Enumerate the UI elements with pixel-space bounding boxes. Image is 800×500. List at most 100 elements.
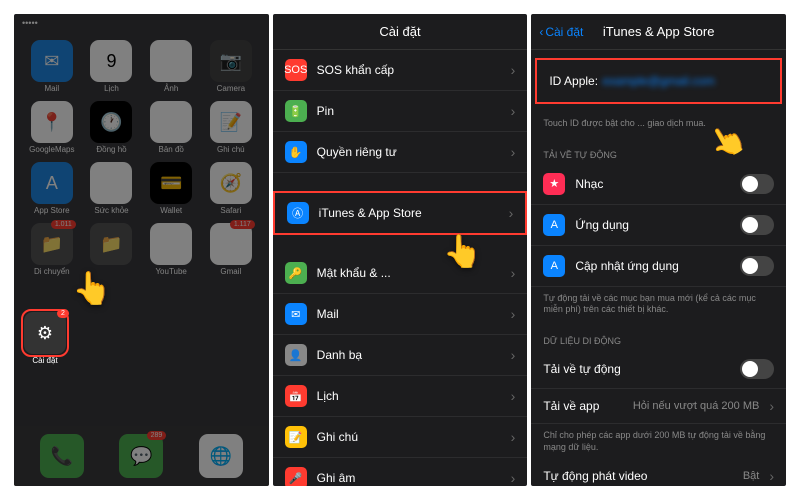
row-label: Pin [317, 104, 501, 118]
row-label: Quyền riêng tư [317, 145, 501, 159]
chevron-right-icon: › [511, 144, 516, 160]
row-icon: 🔑 [285, 262, 307, 284]
toggle-switch[interactable] [740, 359, 774, 379]
download-value: Hỏi nếu vượt quá 200 MB [633, 400, 759, 412]
autoplay-label: Tự động phát video [543, 469, 732, 483]
itunes-label: iTunes & App Store [319, 206, 499, 220]
settings-badge: 2 [57, 309, 69, 318]
chevron-right-icon: › [511, 62, 516, 78]
app-icon[interactable]: ✉Mail [24, 40, 80, 93]
dock: 📞 💬289 🌐 [14, 426, 269, 486]
chevron-right-icon: › [511, 388, 516, 404]
apple-id-value: example@gmail.com [603, 74, 715, 88]
row-label: Nhạc [575, 177, 730, 191]
row-icon: ✉ [285, 303, 307, 325]
chevron-right-icon: › [511, 265, 516, 281]
touch-id-note: Touch ID được bật cho ... giao dịch mua. [531, 112, 786, 136]
itunes-appstore-row[interactable]: Ⓐ iTunes & App Store › [273, 191, 528, 235]
row-label: Ghi âm [317, 471, 501, 485]
chevron-right-icon: › [509, 205, 514, 221]
row-icon: ★ [543, 173, 565, 195]
row-icon: A [543, 255, 565, 277]
app-icon[interactable]: 📷Camera [203, 40, 259, 93]
app-icon[interactable]: ▶YouTube [143, 223, 199, 276]
toggle-switch[interactable] [740, 256, 774, 276]
toggle-row[interactable]: ★ Nhạc [531, 164, 786, 205]
pointer-hand-icon: 👆 [72, 269, 112, 307]
row-label: Danh bạ [317, 348, 501, 362]
download-app-row[interactable]: Tải về app Hỏi nếu vượt quá 200 MB › [531, 389, 786, 424]
chevron-right-icon: › [511, 306, 516, 322]
itunes-panel: ‹ Cài đặt iTunes & App Store ID Apple: e… [531, 14, 786, 486]
settings-row[interactable]: 🔋 Pin › [273, 91, 528, 132]
app-icon[interactable]: ♥Sức khỏe [84, 162, 140, 215]
cellular-label: Tải về tự động [543, 362, 730, 376]
home-screen-panel: ••••• ✉Mail9Lịch❋Ảnh📷Camera 📍GoogleMaps🕐Đ… [14, 14, 269, 486]
toggle-switch[interactable] [740, 215, 774, 235]
settings-label: Cài đặt [32, 356, 57, 365]
settings-panel: Cài đặt SOS SOS khẩn cấp › 🔋 Pin › ✋ Quyền riên… [273, 14, 528, 486]
download-label: Tải về app [543, 399, 623, 413]
row-icon: ✋ [285, 141, 307, 163]
appstore-icon: Ⓐ [287, 202, 309, 224]
nav-title: iTunes & App Store [603, 24, 715, 39]
nav-bar: ‹ Cài đặt iTunes & App Store [531, 14, 786, 50]
row-icon: 🎤 [285, 467, 307, 486]
row-label: Ghi chú [317, 430, 501, 444]
app-icon[interactable]: 🕐Đồng hồ [84, 101, 140, 154]
app-icon[interactable]: 📍GoogleMaps [24, 101, 80, 154]
settings-row[interactable]: SOS SOS khẩn cấp › [273, 50, 528, 91]
app-icon[interactable]: 🧭Safari [203, 162, 259, 215]
status-bar: ••••• [14, 14, 269, 32]
toggle-row[interactable]: A Cập nhật ứng dụng [531, 246, 786, 287]
toggle-row[interactable]: A Ứng dụng [531, 205, 786, 246]
settings-row[interactable]: 🎤 Ghi âm › [273, 458, 528, 486]
chevron-right-icon: › [511, 347, 516, 363]
dock-app[interactable]: 🌐 [199, 434, 243, 478]
dock-app[interactable]: 💬289 [119, 434, 163, 478]
settings-row[interactable]: ✋ Quyền riêng tư › [273, 132, 528, 173]
row-icon: A [543, 214, 565, 236]
autoplay-row[interactable]: Tự động phát video Bật › [531, 459, 786, 486]
row-label: Cập nhật ứng dụng [575, 259, 730, 273]
row-icon: 📅 [285, 385, 307, 407]
app-icon[interactable]: 9Lịch [84, 40, 140, 93]
dock-app[interactable]: 📞 [40, 434, 84, 478]
chevron-right-icon: › [511, 470, 516, 486]
nav-title: Cài đặt [379, 24, 420, 39]
chevron-right-icon: › [511, 103, 516, 119]
chevron-right-icon: › [769, 398, 774, 414]
app-icon[interactable]: 💳Wallet [143, 162, 199, 215]
settings-row[interactable]: 👤 Danh bạ › [273, 335, 528, 376]
row-label: Lịch [317, 389, 501, 403]
row-icon: 🔋 [285, 100, 307, 122]
app-icon[interactable]: AApp Store [24, 162, 80, 215]
autoplay-value: Bật [743, 470, 760, 482]
settings-app[interactable]: ⚙2 Cài đặt [24, 312, 66, 365]
settings-row[interactable]: 📅 Lịch › [273, 376, 528, 417]
section-footer: Chỉ cho phép các app dưới 200 MB tự động… [531, 424, 786, 459]
chevron-right-icon: › [511, 429, 516, 445]
row-label: Ứng dụng [575, 218, 730, 232]
chevron-right-icon: › [769, 468, 774, 484]
app-icon[interactable]: 🗺Bản đồ [143, 101, 199, 154]
nav-bar: Cài đặt [273, 14, 528, 50]
row-label: SOS khẩn cấp [317, 63, 501, 77]
apple-id-label: ID Apple: [549, 74, 598, 88]
row-label: Mail [317, 307, 501, 321]
settings-row[interactable]: 📝Ghi chú› [273, 417, 528, 458]
row-icon: SOS [285, 59, 307, 81]
app-icon[interactable]: ❋Ảnh [143, 40, 199, 93]
pointer-hand-icon: 👆 [443, 232, 483, 270]
app-icon[interactable]: M1.117Gmail [203, 223, 259, 276]
back-button[interactable]: ‹ Cài đặt [539, 25, 583, 39]
signal: ••••• [22, 18, 38, 28]
cellular-toggle-row[interactable]: Tải về tự động [531, 350, 786, 389]
toggle-switch[interactable] [740, 174, 774, 194]
apple-id-row[interactable]: ID Apple: example@gmail.com [535, 58, 782, 104]
row-icon: 👤 [285, 344, 307, 366]
section-footer: Tự động tải về các mục bạn mua mới (kể c… [531, 287, 786, 322]
app-icon[interactable]: 📝Ghi chú [203, 101, 259, 154]
settings-row[interactable]: ✉ Mail › [273, 294, 528, 335]
settings-row[interactable]: 🔑Mật khẩu & ...› [273, 253, 528, 294]
